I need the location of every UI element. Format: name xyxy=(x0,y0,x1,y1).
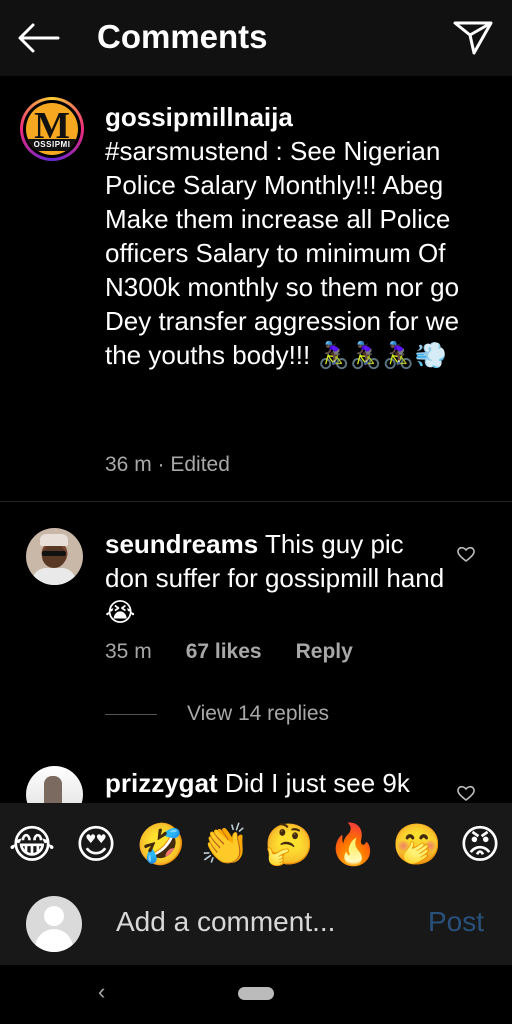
meta-separator: · xyxy=(151,453,171,476)
logo-band: OSSIPMI xyxy=(26,139,78,151)
caption-time: 36 m xyxy=(105,453,152,476)
emoji-button[interactable]: 😡 xyxy=(456,821,504,869)
emoji-button[interactable]: 🤣 xyxy=(136,821,186,869)
edited-label: Edited xyxy=(170,453,230,476)
comment-username[interactable]: prizzygat xyxy=(105,768,218,798)
comment-text-block: prizzygat Did I just see 9k xyxy=(105,766,445,800)
comment-meta: 35 m 67 likes Reply xyxy=(105,640,353,664)
gossipmill-logo: M OSSIPMI xyxy=(26,103,78,155)
caption-avatar-ring: M OSSIPMI xyxy=(23,100,81,158)
emoji-button[interactable]: 🤭 xyxy=(392,821,442,869)
caption-avatar[interactable]: M OSSIPMI xyxy=(20,97,84,161)
comment-text-block: seundreams This guy pic don suffer for g… xyxy=(105,527,445,629)
emoji-quick-bar: 😂 😍 🤣 👏 🤔 🔥 🤭 😡 xyxy=(0,803,512,885)
emoji-button[interactable]: 🤔 xyxy=(264,821,314,869)
avatar-cap xyxy=(40,534,68,546)
comment-time: 35 m xyxy=(105,640,152,663)
heart-icon[interactable] xyxy=(456,784,476,802)
emoji-button[interactable]: 👏 xyxy=(200,821,250,869)
paper-plane-icon[interactable] xyxy=(452,18,494,56)
avatar-face xyxy=(42,544,66,568)
nav-home-pill[interactable] xyxy=(238,987,274,1000)
avatar-head xyxy=(44,906,64,926)
arrow-left-icon[interactable] xyxy=(16,22,60,54)
comment-likes[interactable]: 67 likes xyxy=(186,640,262,664)
heart-icon[interactable] xyxy=(456,545,476,563)
top-app-bar: Comments xyxy=(0,0,512,76)
avatar-shirt xyxy=(32,568,76,585)
emoji-button[interactable]: 🔥 xyxy=(328,821,378,869)
divider-line xyxy=(105,713,157,715)
view-replies-button[interactable]: View 14 replies xyxy=(105,702,329,726)
nav-back-button[interactable]: ‹ xyxy=(98,979,105,1005)
page-title: Comments xyxy=(97,18,268,55)
caption-body: #sarsmustend : See Nigerian Police Salar… xyxy=(105,136,460,370)
post-button[interactable]: Post xyxy=(428,906,484,938)
emoji-button[interactable]: 😂 xyxy=(8,821,56,869)
caption-text-block: gossipmillnaija #sarsmustend : See Niger… xyxy=(105,100,500,372)
caption-meta: 36 m · Edited xyxy=(105,453,230,477)
commenter-avatar[interactable] xyxy=(26,528,83,585)
reply-button[interactable]: Reply xyxy=(296,640,353,664)
comment-input[interactable]: Add a comment... xyxy=(116,906,335,938)
caption-username[interactable]: gossipmillnaija xyxy=(105,102,293,132)
comment-body: Did I just see 9k xyxy=(224,768,410,798)
current-user-avatar xyxy=(26,896,82,952)
comment-username[interactable]: seundreams xyxy=(105,529,258,559)
view-replies-label: View 14 replies xyxy=(187,702,330,725)
avatar-body xyxy=(35,929,73,952)
emoji-button[interactable]: 😍 xyxy=(72,821,120,869)
avatar-glasses xyxy=(42,551,66,556)
